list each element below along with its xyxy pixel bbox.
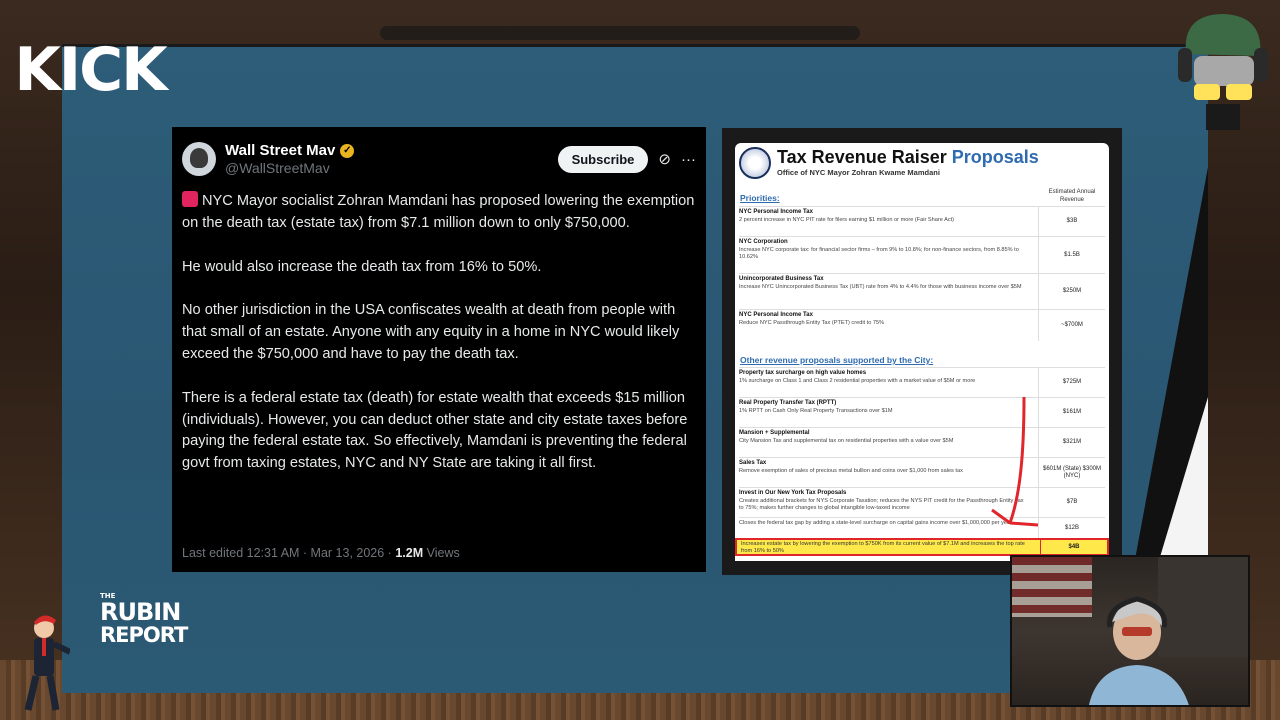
document-title: Tax Revenue Raiser Proposals (777, 147, 1039, 167)
nyc-seal-icon (739, 147, 771, 179)
table-row: Closes the federal tax gap by adding a s… (739, 517, 1105, 538)
table-row: NYC Personal Income Tax 2 percent increa… (739, 206, 1105, 236)
priorities-heading: Priorities: (740, 193, 780, 203)
highlighted-estate-tax-row: Increases estate tax by lowering the exe… (735, 538, 1109, 556)
subscribe-button[interactable]: Subscribe (557, 145, 649, 173)
table-row: NYC Personal Income Tax Reduce NYC Passt… (739, 309, 1105, 341)
rubin-report-logo: THE RUBIN REPORT (100, 592, 188, 647)
tweet-paragraph: No other jurisdiction in the USA confisc… (182, 302, 680, 362)
document-subtitle: Office of NYC Mayor Zohran Kwame Mamdani (777, 168, 940, 177)
table-row: Invest in Our New York Tax Proposals Cre… (739, 487, 1105, 517)
views-label: Views (423, 546, 460, 560)
tweet-paragraph: He would also increase the death tax fro… (182, 258, 542, 275)
tweet-timestamp[interactable]: Last edited 12:31 AM · Mar 13, 2026 · (182, 546, 395, 560)
table-row: Real Property Transfer Tax (RPTT) 1% RPT… (739, 397, 1105, 427)
author-avatar[interactable] (182, 142, 216, 176)
table-row: Mansion + Supplemental City Mansion Tax … (739, 427, 1105, 457)
streamer-figure-icon (1089, 596, 1189, 705)
cartoon-mascot-icon (24, 615, 70, 711)
revenue-column-header: Estimated Annual Revenue (1048, 189, 1096, 203)
tweet-paragraph: There is a federal estate tax (death) fo… (182, 389, 688, 472)
tax-proposals-document: Tax Revenue Raiser Proposals Office of N… (735, 143, 1109, 561)
flag-background (1012, 557, 1092, 617)
streamer-avatar-icon (1178, 14, 1268, 130)
grok-icon[interactable]: ⊘ (658, 150, 671, 168)
verified-badge-icon: ✓ (340, 143, 355, 158)
siren-icon (182, 191, 198, 207)
document-header: Tax Revenue Raiser Proposals Office of N… (735, 143, 1109, 185)
table-row: Property tax surcharge on high value hom… (739, 367, 1105, 397)
tweet-card: Wall Street Mav ✓ @WallStreetMav Subscri… (172, 127, 706, 572)
tweet-paragraph: NYC Mayor socialist Zohran Mamdani has p… (182, 191, 695, 231)
top-bar-shadow (380, 26, 860, 40)
other-proposals-heading: Other revenue proposals supported by the… (740, 355, 934, 365)
view-count: 1.2M (395, 546, 424, 560)
more-options-icon[interactable]: ··· (681, 151, 696, 168)
author-name[interactable]: Wall Street Mav (225, 142, 335, 159)
kick-logo: KICK (14, 35, 167, 105)
table-row: NYC Corporation Increase NYC corporate t… (739, 236, 1105, 273)
table-row: Sales Tax Remove exemption of sales of p… (739, 457, 1105, 487)
tweet-meta: Last edited 12:31 AM · Mar 13, 2026 · 1.… (182, 546, 460, 560)
tweet-header: Wall Street Mav ✓ @WallStreetMav Subscri… (182, 139, 696, 179)
table-row: Unincorporated Business Tax Increase NYC… (739, 273, 1105, 309)
author-block: Wall Street Mav ✓ @WallStreetMav (225, 142, 355, 176)
author-handle[interactable]: @WallStreetMav (225, 160, 354, 176)
webcam-feed (1010, 555, 1250, 707)
tweet-text: NYC Mayor socialist Zohran Mamdani has p… (182, 191, 696, 475)
